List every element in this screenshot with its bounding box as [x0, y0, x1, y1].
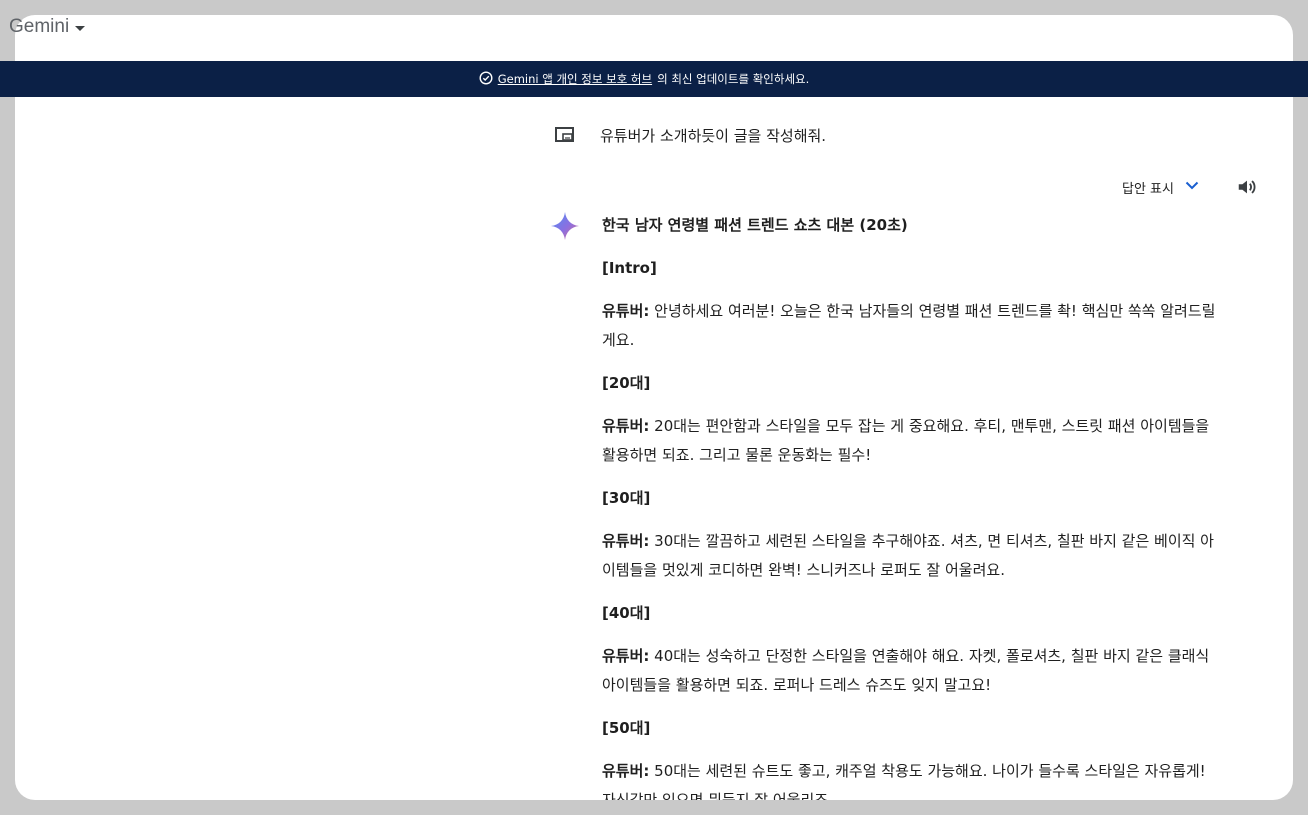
response-paragraph: 유튜버: 40대는 성숙하고 단정한 스타일을 연출해야 해요. 자켓, 폴로셔…	[602, 642, 1222, 700]
paragraph-text: 40대는 성숙하고 단정한 스타일을 연출해야 해요. 자켓, 폴로셔츠, 칠판…	[602, 647, 1210, 694]
paragraph-text: 30대는 깔끔하고 세련된 스타일을 추구해야죠. 셔츠, 면 티셔츠, 칠판 …	[602, 532, 1214, 579]
verified-check-icon	[479, 70, 493, 88]
response-paragraph: 유튜버: 20대는 편안함과 스타일을 모두 잡는 게 중요해요. 후티, 맨투…	[602, 412, 1222, 470]
section-label: [50대]	[602, 719, 651, 737]
paragraph-text: 20대는 편안함과 스타일을 모두 잡는 게 중요해요. 후티, 맨투맨, 스트…	[602, 417, 1210, 464]
speaker-label: 유튜버:	[602, 302, 650, 320]
app-window: 유튜버가 소개하듯이 글을 작성해줘. 답안 표시 한국 남자 연령별 패션 트…	[15, 15, 1293, 800]
chevron-down-icon	[1184, 177, 1200, 197]
section-label: [20대]	[602, 374, 651, 392]
section-label: [30대]	[602, 489, 651, 507]
paragraph-text: 50대는 세련된 슈트도 좋고, 캐주얼 착용도 가능해요. 나이가 들수록 스…	[602, 762, 1206, 800]
response-paragraph: 유튜버: 안녕하세요 여러분! 오늘은 한국 남자들의 연령별 패션 트렌드를 …	[602, 297, 1222, 355]
speaker-label: 유튜버:	[602, 417, 650, 435]
gemini-spark-icon	[550, 211, 580, 241]
privacy-hub-link[interactable]: Gemini 앱 개인 정보 보호 허브	[498, 71, 652, 87]
drafts-label: 답안 표시	[1122, 181, 1174, 197]
show-drafts-button[interactable]: 답안 표시	[1122, 176, 1200, 198]
user-prompt: 유튜버가 소개하듯이 글을 작성해줘.	[554, 122, 826, 148]
response-paragraph: 유튜버: 50대는 세련된 슈트도 좋고, 캐주얼 착용도 가능해요. 나이가 …	[602, 757, 1222, 800]
volume-icon[interactable]	[1235, 175, 1259, 199]
caret-down-icon	[75, 25, 86, 31]
prompt-text: 유튜버가 소개하듯이 글을 작성해줘.	[600, 126, 827, 145]
speaker-label: 유튜버:	[602, 532, 650, 550]
banner-text: 의 최신 업데이트를 확인하세요.	[657, 72, 810, 86]
edit-prompt-icon[interactable]	[554, 125, 576, 145]
paragraph-text: 안녕하세요 여러분! 오늘은 한국 남자들의 연령별 패션 트렌드를 촥! 핵심…	[602, 302, 1216, 349]
response-content: 한국 남자 연령별 패션 트렌드 쇼츠 대본 (20초) [Intro] 유튜버…	[602, 211, 1222, 800]
app-title: Gemini	[9, 16, 70, 37]
response-title: 한국 남자 연령별 패션 트렌드 쇼츠 대본 (20초)	[602, 216, 908, 234]
model-selector[interactable]: Gemini	[9, 15, 86, 39]
response-paragraph: 유튜버: 30대는 깔끔하고 세련된 스타일을 추구해야죠. 셔츠, 면 티셔츠…	[602, 527, 1222, 585]
speaker-label: 유튜버:	[602, 762, 650, 780]
section-label: [Intro]	[602, 259, 657, 277]
privacy-banner: Gemini 앱 개인 정보 보호 허브 의 최신 업데이트를 확인하세요.	[0, 61, 1308, 97]
section-label: [40대]	[602, 604, 651, 622]
speaker-label: 유튜버:	[602, 647, 650, 665]
